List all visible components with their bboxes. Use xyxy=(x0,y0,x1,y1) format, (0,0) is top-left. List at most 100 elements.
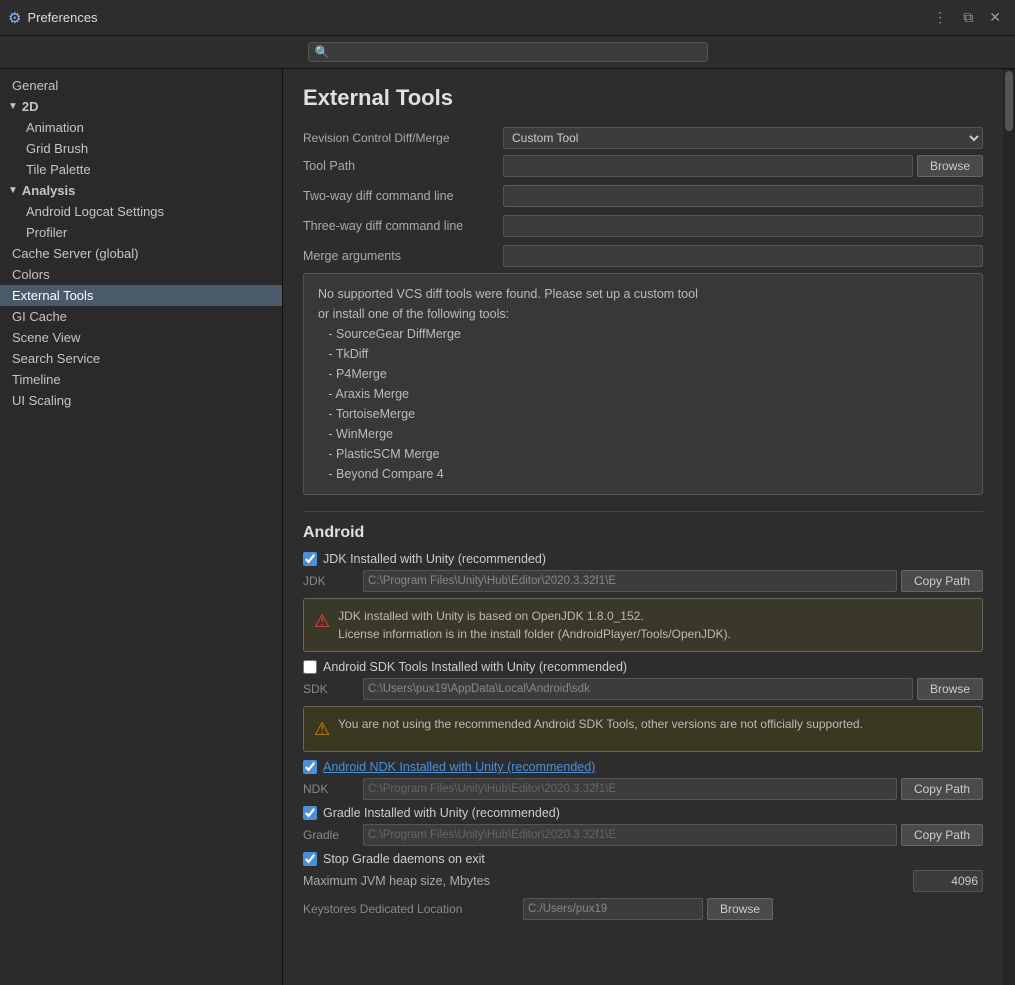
three-way-diff-row: Three-way diff command line xyxy=(303,213,983,239)
jdk-warning-box: ⚠ JDK installed with Unity is based on O… xyxy=(303,598,983,652)
tool-path-label: Tool Path xyxy=(303,159,503,173)
no-vcs-info-box: No supported VCS diff tools were found. … xyxy=(303,273,983,495)
revision-control-label: Revision Control Diff/Merge xyxy=(303,131,503,145)
sidebar-item-analysis[interactable]: ▼ Analysis xyxy=(0,180,282,201)
sidebar-item-2d[interactable]: ▼ 2D xyxy=(0,96,282,117)
three-way-diff-input[interactable] xyxy=(503,215,983,237)
two-way-diff-row: Two-way diff command line xyxy=(303,183,983,209)
search-bar: 🔍 xyxy=(0,36,1015,69)
jdk-checkbox[interactable] xyxy=(303,552,317,566)
stop-gradle-checkbox[interactable] xyxy=(303,852,317,866)
sidebar-item-label: Cache Server (global) xyxy=(12,246,138,261)
sidebar-item-label: Tile Palette xyxy=(26,162,91,177)
sidebar-item-grid-brush[interactable]: Grid Brush xyxy=(0,138,282,159)
sidebar-item-label: Search Service xyxy=(12,351,100,366)
sdk-warning-box: ⚠ You are not using the recommended Andr… xyxy=(303,706,983,752)
sdk-warning-text: You are not using the recommended Androi… xyxy=(338,715,863,733)
error-icon: ⚠ xyxy=(314,608,330,635)
tool-path-input[interactable] xyxy=(503,155,913,177)
sidebar-item-profiler[interactable]: Profiler xyxy=(0,222,282,243)
sdk-path-label: SDK xyxy=(303,682,363,696)
window-title: Preferences xyxy=(27,10,97,25)
gradle-copy-path-button[interactable]: Copy Path xyxy=(901,824,983,846)
jdk-checkbox-label: JDK Installed with Unity (recommended) xyxy=(323,552,546,566)
sdk-browse-button[interactable]: Browse xyxy=(917,678,983,700)
sidebar-item-timeline[interactable]: Timeline xyxy=(0,369,282,390)
no-vcs-message: No supported VCS diff tools were found. … xyxy=(318,287,698,481)
revision-control-row: Revision Control Diff/Merge Custom Tool xyxy=(303,127,983,149)
jdk-path-input[interactable] xyxy=(363,570,897,592)
keystores-row: Keystores Dedicated Location Browse xyxy=(303,898,983,920)
ndk-path-label: NDK xyxy=(303,782,363,796)
merge-args-label: Merge arguments xyxy=(303,249,503,263)
jdk-copy-path-button[interactable]: Copy Path xyxy=(901,570,983,592)
sidebar-item-label: Android Logcat Settings xyxy=(26,204,164,219)
sdk-checkbox-label: Android SDK Tools Installed with Unity (… xyxy=(323,660,627,674)
sidebar-item-colors[interactable]: Colors xyxy=(0,264,282,285)
expand-icon: ▼ xyxy=(8,185,18,196)
sidebar-item-label: Colors xyxy=(12,267,50,282)
tool-path-browse-button[interactable]: Browse xyxy=(917,155,983,177)
sidebar-item-label: UI Scaling xyxy=(12,393,71,408)
sidebar: General ▼ 2D Animation Grid Brush Tile P… xyxy=(0,69,283,985)
jdk-checkbox-row: JDK Installed with Unity (recommended) xyxy=(303,552,983,566)
sdk-path-input[interactable] xyxy=(363,678,913,700)
ndk-path-input[interactable] xyxy=(363,778,897,800)
sdk-path-row: SDK Browse xyxy=(303,678,983,700)
gradle-checkbox-label: Gradle Installed with Unity (recommended… xyxy=(323,806,560,820)
ndk-checkbox-label[interactable]: Android NDK Installed with Unity (recomm… xyxy=(323,760,595,774)
three-way-diff-label: Three-way diff command line xyxy=(303,219,503,233)
two-way-diff-label: Two-way diff command line xyxy=(303,189,503,203)
search-wrap: 🔍 xyxy=(308,42,708,62)
two-way-diff-input[interactable] xyxy=(503,185,983,207)
android-section-title: Android xyxy=(303,511,983,542)
title-bar-controls: ⋮ ⧉ ✕ xyxy=(927,5,1007,30)
sidebar-item-gi-cache[interactable]: GI Cache xyxy=(0,306,282,327)
restore-button[interactable]: ⧉ xyxy=(957,5,979,30)
search-input[interactable] xyxy=(333,45,700,59)
stop-gradle-row: Stop Gradle daemons on exit xyxy=(303,852,983,866)
keystores-label: Keystores Dedicated Location xyxy=(303,902,523,916)
merge-args-row: Merge arguments xyxy=(303,243,983,269)
keystores-browse-button[interactable]: Browse xyxy=(707,898,773,920)
sidebar-item-label: Analysis xyxy=(22,183,75,198)
revision-control-select[interactable]: Custom Tool xyxy=(503,127,983,149)
sidebar-item-label: Grid Brush xyxy=(26,141,88,156)
scrollbar-track[interactable] xyxy=(1003,69,1015,985)
close-button[interactable]: ✕ xyxy=(983,5,1007,30)
max-heap-input[interactable] xyxy=(913,870,983,892)
scrollbar-thumb[interactable] xyxy=(1005,71,1013,131)
search-icon: 🔍 xyxy=(315,45,330,59)
sidebar-item-label: Animation xyxy=(26,120,84,135)
expand-icon: ▼ xyxy=(8,101,18,112)
keystores-input[interactable] xyxy=(523,898,703,920)
sidebar-item-scene-view[interactable]: Scene View xyxy=(0,327,282,348)
sidebar-item-label: External Tools xyxy=(12,288,93,303)
sidebar-item-label: General xyxy=(12,78,58,93)
sidebar-item-cache-server[interactable]: Cache Server (global) xyxy=(0,243,282,264)
tool-path-row: Tool Path Browse xyxy=(303,153,983,179)
stop-gradle-label: Stop Gradle daemons on exit xyxy=(323,852,485,866)
sidebar-item-android-logcat[interactable]: Android Logcat Settings xyxy=(0,201,282,222)
ndk-copy-path-button[interactable]: Copy Path xyxy=(901,778,983,800)
merge-args-input[interactable] xyxy=(503,245,983,267)
main-layout: General ▼ 2D Animation Grid Brush Tile P… xyxy=(0,69,1015,985)
gradle-checkbox-row: Gradle Installed with Unity (recommended… xyxy=(303,806,983,820)
sidebar-item-search-service[interactable]: Search Service xyxy=(0,348,282,369)
sidebar-item-label: 2D xyxy=(22,99,39,114)
sidebar-item-animation[interactable]: Animation xyxy=(0,117,282,138)
sidebar-item-ui-scaling[interactable]: UI Scaling xyxy=(0,390,282,411)
ndk-checkbox[interactable] xyxy=(303,760,317,774)
sdk-checkbox[interactable] xyxy=(303,660,317,674)
sidebar-item-label: GI Cache xyxy=(12,309,67,324)
gradle-path-input[interactable] xyxy=(363,824,897,846)
title-bar-left: ⚙ Preferences xyxy=(8,9,98,27)
jdk-warning-text: JDK installed with Unity is based on Ope… xyxy=(338,607,731,643)
page-title: External Tools xyxy=(303,85,983,111)
sidebar-item-general[interactable]: General xyxy=(0,75,282,96)
sidebar-item-external-tools[interactable]: External Tools xyxy=(0,285,282,306)
sidebar-item-tile-palette[interactable]: Tile Palette xyxy=(0,159,282,180)
gradle-checkbox[interactable] xyxy=(303,806,317,820)
menu-button[interactable]: ⋮ xyxy=(927,5,953,30)
sidebar-item-label: Scene View xyxy=(12,330,80,345)
